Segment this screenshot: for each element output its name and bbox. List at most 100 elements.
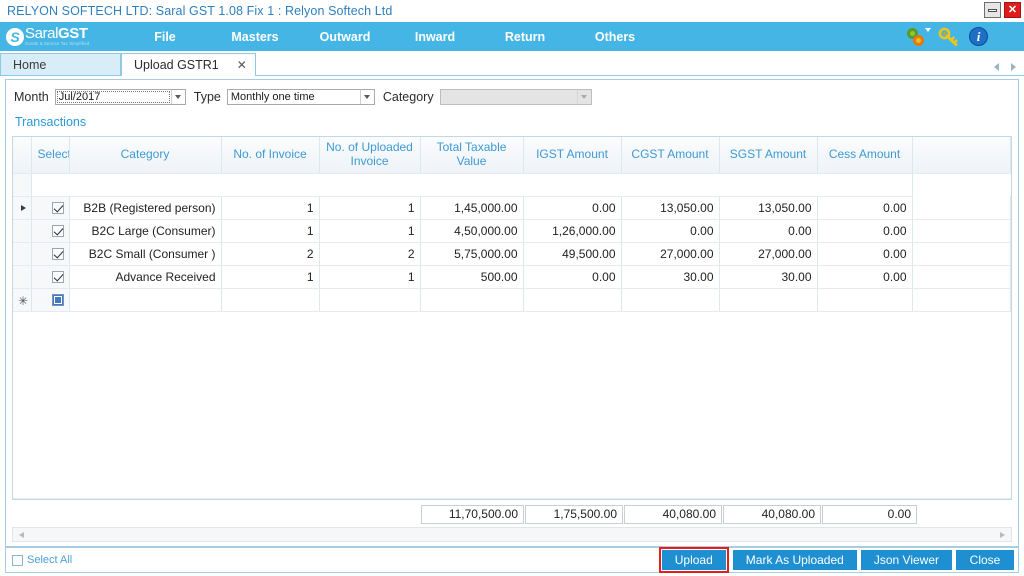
cell-cgst-amount: 30.00 [621,265,720,289]
select-all-control[interactable]: Select All [12,554,72,566]
scroll-right-icon[interactable] [1000,531,1005,538]
menu-item-others[interactable]: Others [570,22,660,51]
cell-total-taxable-value: 1,45,000.00 [420,196,524,220]
new-row-cell-igst-amount[interactable] [523,288,622,312]
new-row-select-cell[interactable] [31,288,70,312]
category-dropdown [439,89,592,105]
minimize-button[interactable] [984,2,1001,18]
column-header-igst-amount[interactable]: IGST Amount [523,137,622,174]
cell-igst-amount: 0.00 [523,265,622,289]
tab-scroll-left-icon[interactable] [994,63,999,71]
new-row-select-checkbox[interactable] [51,294,64,307]
cell-category: B2B (Registered person) [69,196,222,220]
logo-name-bold: GST [58,25,88,43]
tab-upload-gstr1[interactable]: Upload GSTR1 ✕ [121,53,256,76]
menu-item-file[interactable]: File [120,22,210,51]
new-row-cell-cess-amount[interactable] [817,288,913,312]
horizontal-scrollbar[interactable] [12,527,1012,542]
cell-no-of-invoice: 1 [221,265,320,289]
menu-item-outward[interactable]: Outward [300,22,390,51]
menu-item-return[interactable]: Return [480,22,570,51]
cell-no-of-invoice: 2 [221,242,320,266]
tab-upload-gstr1-label: Upload GSTR1 [134,58,219,72]
close-button[interactable]: Close [956,550,1014,570]
menu-item-inward[interactable]: Inward [390,22,480,51]
type-dropdown[interactable]: Monthly one time [226,89,375,105]
new-row-cell-total-taxable-value[interactable] [420,288,524,312]
cell-category: B2C Small (Consumer ) [69,242,222,266]
column-header-no-of-invoice[interactable]: No. of Invoice [221,137,320,174]
select-all-checkbox[interactable] [12,554,23,566]
select-all-label: Select All [27,554,73,566]
row-select-checkbox[interactable] [51,225,64,238]
cell-cess-amount: 0.00 [817,219,913,243]
month-dropdown[interactable]: Jul/2017 [54,89,186,105]
cell-filler [912,265,1011,289]
cell-filler [912,219,1011,243]
row-select-cell[interactable] [31,265,70,289]
settings-gears-icon[interactable] [907,27,931,47]
scroll-left-icon[interactable] [19,531,24,538]
column-header-filler [912,137,1011,174]
tab-scroll-right-icon[interactable] [1011,63,1016,71]
tab-strip: Home Upload GSTR1 ✕ [0,51,1024,76]
category-label: Category [382,90,434,104]
minimize-icon [988,8,997,12]
cell-no-of-uploaded-invoice: 1 [319,196,421,220]
upload-button[interactable]: Upload [661,550,726,570]
cell-no-of-uploaded-invoice: 1 [319,265,421,289]
month-dropdown-chevron-down-icon[interactable] [170,90,185,104]
upload-button-highlight: Upload [658,547,729,573]
row-indicator [13,219,32,243]
total-taxable-value: 11,70,500.00 [421,504,524,524]
close-window-button[interactable]: ✕ [1004,2,1021,18]
chevron-down-icon [925,27,931,32]
mark-as-uploaded-button[interactable]: Mark As Uploaded [732,550,857,570]
column-header-category[interactable]: Category [69,137,222,174]
menu-item-masters[interactable]: Masters [210,22,300,51]
new-row-cell-no-of-uploaded-invoice[interactable] [319,288,421,312]
current-row-arrow-icon [20,205,26,212]
info-icon[interactable]: i [969,27,988,46]
window-controls: ✕ [984,2,1021,18]
json-viewer-button[interactable]: Json Viewer [860,550,952,570]
type-dropdown-chevron-down-icon[interactable] [359,90,374,104]
new-row-cell-category[interactable] [69,288,222,312]
table-row[interactable]: B2B (Registered person) 1 1 1,45,000.00 … [13,196,1011,220]
window-title: RELYON SOFTECH LTD: Saral GST 1.08 Fix 1… [7,4,393,18]
tab-close-icon[interactable]: ✕ [237,59,247,71]
key-icon[interactable] [938,27,960,47]
table-header-row: Select Category No. of Invoice No. of Up… [13,137,1011,174]
new-row-cell-cgst-amount[interactable] [621,288,720,312]
table-row[interactable]: B2C Large (Consumer) 1 1 4,50,000.00 1,2… [13,219,1011,243]
table-row[interactable]: B2C Small (Consumer ) 2 2 5,75,000.00 49… [13,242,1011,266]
row-select-checkbox[interactable] [51,248,64,261]
column-header-sgst-amount[interactable]: SGST Amount [719,137,818,174]
category-dropdown-chevron-down-icon [576,90,591,104]
new-row-cell-no-of-invoice[interactable] [221,288,320,312]
new-row-cell-sgst-amount[interactable] [719,288,818,312]
app-logo: S SaralGST Goods & Service Tax Simplifie… [0,22,110,51]
cell-no-of-uploaded-invoice: 1 [319,219,421,243]
logo-badge-icon: S [6,27,24,46]
cell-igst-amount: 49,500.00 [523,242,622,266]
tab-home[interactable]: Home [0,53,121,75]
main-menu-bar: S SaralGST Goods & Service Tax Simplifie… [0,22,1024,51]
row-select-cell[interactable] [31,219,70,243]
row-select-checkbox[interactable] [51,271,64,284]
cell-filler [912,242,1011,266]
cell-category: Advance Received [69,265,222,289]
row-select-cell[interactable] [31,196,70,220]
row-select-checkbox[interactable] [51,202,64,215]
column-header-total-taxable-value[interactable]: Total Taxable Value [420,137,524,174]
new-row-indicator: ✳ [13,288,32,312]
column-header-cgst-amount[interactable]: CGST Amount [621,137,720,174]
row-select-cell[interactable] [31,242,70,266]
cell-no-of-uploaded-invoice: 2 [319,242,421,266]
table-row[interactable]: Advance Received 1 1 500.00 0.00 30.00 3… [13,265,1011,289]
column-header-no-of-uploaded-invoice[interactable]: No. of Uploaded Invoice [319,137,421,174]
new-row[interactable]: ✳ [13,288,1011,312]
column-header-cess-amount[interactable]: Cess Amount [817,137,913,174]
column-header-select[interactable]: Select [31,137,70,174]
totals-row: 11,70,500.00 1,75,500.00 40,080.00 40,08… [6,501,1018,527]
